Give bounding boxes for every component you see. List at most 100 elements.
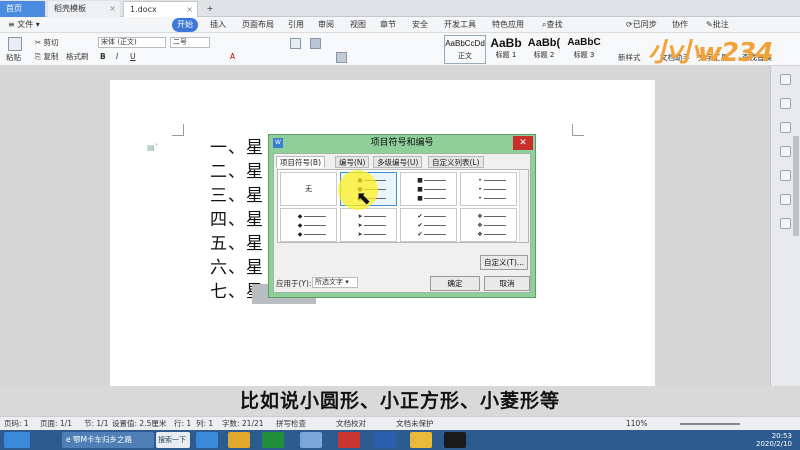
bullet-option-arrow[interactable]: ➤ ➤ ➤ [340,208,397,242]
style-heading-3[interactable]: AaBbC 标题 3 [564,35,604,64]
menu-insert[interactable]: 插入 [210,18,226,32]
chrome-icon[interactable] [410,432,432,448]
tab-document-label: 1.docx [130,5,157,14]
list-item[interactable]: 四、星 [210,208,264,232]
record-icon[interactable] [444,432,466,448]
list-item[interactable]: 三、星 [210,184,264,208]
app-icon[interactable] [338,432,360,448]
store-icon[interactable] [262,432,284,448]
menu-special[interactable]: 特色应用 [492,18,524,32]
new-style-button[interactable]: 新样式 [618,53,641,63]
wps-writer-icon[interactable] [374,432,396,448]
zoom-level[interactable]: 110% [626,417,647,430]
paste-icon[interactable] [8,37,22,51]
menu-security[interactable]: 安全 [412,18,428,32]
list-item[interactable]: 一、星 [210,136,264,160]
grid-scrollbar[interactable] [519,170,528,242]
style-heading-1[interactable]: AaBb 标题 1 [488,35,524,64]
font-color-button[interactable]: A [230,52,235,62]
sidebar-icon[interactable] [780,98,791,109]
tab-bullets[interactable]: 项目符号(B) [276,156,325,168]
sync-status[interactable]: ⟳已同步 [626,18,657,32]
bullet-option-star[interactable]: ❖ ❖ ❖ [460,208,517,242]
bullet-option-check[interactable]: ✔ ✔ ✔ [400,208,457,242]
menu-start[interactable]: 开始 [172,18,198,32]
taskbar-search[interactable]: 搜索一下 [156,432,190,448]
cut-button[interactable]: ✂ 剪切 [35,38,59,48]
underline-button[interactable]: U [130,52,136,62]
menu-dev-tools[interactable]: 开发工具 [444,18,476,32]
status-words: 字数: 21/21 [222,419,264,428]
bullets-numbering-dialog: 项目符号和编号 W ✕ 项目符号(B) 编号(N) 多级编号(U) 自定义列表(… [268,134,536,298]
menu-view[interactable]: 视图 [350,18,366,32]
sidebar-icon[interactable] [780,146,791,157]
paste-label[interactable]: 粘贴 [6,53,21,63]
format-painter-button[interactable]: 格式刷 [66,52,89,62]
mouse-cursor-icon: ⬉ [356,188,372,209]
comment-button[interactable]: ✎批注 [706,18,729,32]
status-page-num: 页码: 1 [4,419,29,428]
status-row: 行: 1 [174,419,192,428]
tab-numbering[interactable]: 编号(N) [335,156,370,168]
list-item[interactable]: 五、星 [210,232,264,256]
zoom-slider[interactable] [680,423,740,425]
bullet-option-diamond[interactable]: ◆ ◆ ◆ [280,208,337,242]
spell-check-button[interactable]: 拼写检查 [276,417,306,430]
close-icon[interactable]: × [186,2,193,18]
dialog-title: 项目符号和编号 [370,138,434,148]
sidebar-icon[interactable] [780,218,791,229]
tab-custom-list[interactable]: 自定义列表(L) [428,156,484,168]
start-button[interactable] [4,432,30,448]
collab-button[interactable]: 协作 [672,18,688,32]
apply-select[interactable]: 所选文字 ▾ [312,277,358,288]
proofread-button[interactable]: 文档校对 [336,417,366,430]
style-normal[interactable]: AaBbCcDd 正文 [444,35,486,64]
list-item[interactable]: 二、星 [210,160,264,184]
menu-review[interactable]: 审阅 [318,18,334,32]
copy-button[interactable]: ⎘ 复制 [35,52,58,62]
bullet-option-dot[interactable]: • • • [460,172,517,206]
status-col: 列: 1 [196,419,214,428]
scrollbar-thumb[interactable] [793,136,799,236]
menu-layout[interactable]: 页面布局 [242,18,274,32]
menu-file[interactable]: ≡ 文件 ▾ [8,18,40,32]
status-bar: 页码: 1 页面: 1/1 节: 1/1 设置值: 2.5厘米 行: 1 列: … [0,416,800,430]
bullet-option-none[interactable]: 无 [280,172,337,206]
close-button[interactable]: ✕ [513,136,533,150]
tab-home[interactable]: 首页 [0,1,45,17]
taskbar-item-browser[interactable]: e 鄂M卡车归乡之路 [62,432,154,448]
app-icon: W [273,138,283,148]
search-menu[interactable]: ⌕查找 [542,18,562,32]
tab-multilevel[interactable]: 多级编号(U) [373,156,423,168]
italic-button[interactable]: I [116,52,118,62]
bullet-list-icon[interactable] [290,38,301,49]
font-select[interactable]: 宋体 (正文) [98,37,166,48]
folder-icon[interactable] [228,432,250,448]
tab-document[interactable]: 1.docx × [123,1,198,17]
menu-chapter[interactable]: 章节 [380,18,396,32]
font-size-select[interactable]: 二号 [170,37,210,48]
tab-template[interactable]: 稻壳模板 × [48,1,120,17]
bold-button[interactable]: B [100,52,106,62]
close-icon[interactable]: × [109,1,116,17]
protect-status[interactable]: 文档未保护 [396,417,434,430]
clock[interactable]: 20:53 2020/2/10 [756,432,792,448]
cancel-button[interactable]: 取消 [484,276,530,291]
bullet-option-square[interactable]: ■ ■ ■ [400,172,457,206]
sidebar-icon[interactable] [780,122,791,133]
numbered-list-icon[interactable] [310,38,321,49]
sidebar-icon[interactable] [780,170,791,181]
customize-button[interactable]: 自定义(T)... [480,255,528,270]
ok-button[interactable]: 确定 [430,276,480,291]
align-center-icon[interactable] [336,52,347,63]
sidebar-icon[interactable] [780,194,791,205]
ie-icon[interactable] [196,432,218,448]
sidebar-icon[interactable] [780,74,791,85]
new-tab-icon[interactable]: + [203,1,217,17]
apply-label: 应用于(Y): [276,279,312,288]
crop-mark [572,124,584,136]
style-heading-2[interactable]: AaBb(标题 2 [526,35,562,64]
menu-reference[interactable]: 引用 [288,18,304,32]
cloud-icon[interactable] [300,432,322,448]
list-item[interactable]: 六、星 [210,256,264,280]
